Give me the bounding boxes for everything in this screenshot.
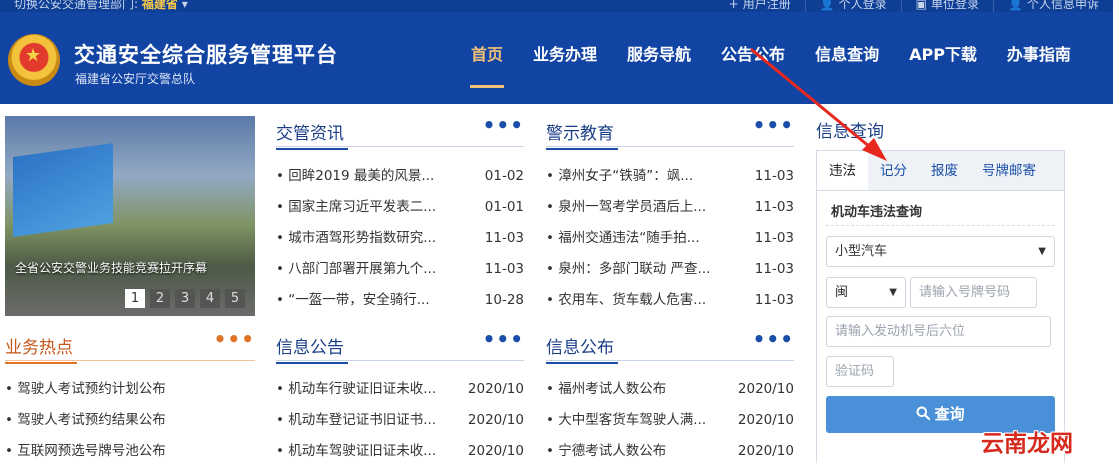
news-list: • 回眸2019 最美的风景... 01-02 • 国家主席习近平发表二... 01… [276,161,524,316]
user-icon: 👤 [819,0,835,11]
main-nav: 首页 业务办理 服务导航 公告公布 信息查询 APP下载 办事指南 [456,12,1086,104]
more-icon[interactable]: ••• [753,113,794,137]
user-plus-icon: + [728,0,739,11]
plate-prefix-select[interactable]: 闽 ▼ [826,277,906,308]
nav-guide[interactable]: 办事指南 [992,12,1086,104]
nav-home[interactable]: 首页 [456,12,518,104]
section-header-hot: 业务热点 ••• [5,327,255,364]
unit-login-label: 单位登录 [931,0,980,11]
list-item[interactable]: • 驾驶人考试预约计划公布 [5,374,255,405]
plate-number-input[interactable]: 请输入号牌号码 [910,277,1037,308]
caret-down-icon: ▼ [889,287,897,298]
nav-info-query[interactable]: 信息查询 [800,12,894,104]
notice-list: • 机动车行驶证旧证未收... 2020/10 • 机动车登记证书旧证书... 20… [276,374,524,463]
query-panel-title: 信息查询 [816,122,884,142]
caret-down-icon: ▾ [181,0,188,11]
user-edit-icon: 👤 [1008,0,1023,11]
watermark-logo: 云南龙网 [981,431,1073,457]
more-icon[interactable]: ••• [483,113,524,137]
list-item[interactable]: • 泉州一驾考学员酒后上... 11-03 [546,192,794,223]
publish-list: • 福州考试人数公布 2020/10 • 大中型客货车驾驶人满... 2020/10… [546,374,794,463]
nav-app-download[interactable]: APP下载 [894,12,992,104]
account-links: + 用户注册 👤 个人登录 ▣ 单位登录 👤 个人信息申诉 [715,0,1113,12]
caret-down-icon: ▼ [1038,246,1046,257]
divider [826,225,1055,226]
section-title: 业务热点 [5,333,77,364]
query-submit-label: 查询 [934,405,965,423]
selected-province: 福建省 [141,0,178,11]
carousel-page[interactable]: 1 [125,289,145,308]
tab-plate-mail[interactable]: 号牌邮寄 [970,151,1048,190]
vehicle-type-select[interactable]: 小型汽车 ▼ [826,236,1055,267]
tab-scrap[interactable]: 报废 [919,151,970,190]
register-link[interactable]: + 用户注册 [715,0,805,12]
list-item[interactable]: • 城市酒驾形势指数研究... 11-03 [276,223,524,254]
building-icon: ▣ [915,0,928,11]
appeal-link-label: 个人信息申诉 [1026,0,1099,11]
search-icon [916,406,931,421]
list-item[interactable]: • 回眸2019 最美的风景... 01-02 [276,161,524,192]
more-icon[interactable]: ••• [753,327,794,351]
department-switcher[interactable]: 切换公安交通管理部门: 福建省 ▾ [14,0,188,12]
list-item[interactable]: • 农用车、货车载人危害... 11-03 [546,285,794,316]
list-item[interactable]: • 机动车行驶证旧证未收... 2020/10 [276,374,524,405]
carousel-caption[interactable]: 全省公安交警业务技能竞赛拉开序幕 [5,259,255,276]
carousel-page[interactable]: 3 [175,289,195,308]
plate-prefix-value: 闽 [835,285,849,300]
list-item[interactable]: • 机动车驾驶证旧证未收... 2020/10 [276,436,524,463]
list-item[interactable]: • 漳州女子“铁骑”：飒... 11-03 [546,161,794,192]
list-item[interactable]: • 福州考试人数公布 2020/10 [546,374,794,405]
tab-violation[interactable]: 违法 [817,151,868,190]
section-header-news: 交管资讯 ••• [276,113,524,150]
more-icon[interactable]: ••• [214,327,255,351]
query-form-title: 机动车违法查询 [831,205,923,220]
carousel-pagination: 1 2 3 4 5 [125,289,245,308]
list-item[interactable]: • 互联网预选号牌号池公布 [5,436,255,463]
nav-service-guide[interactable]: 服务导航 [612,12,706,104]
list-item[interactable]: • 机动车登记证书旧证书... 2020/10 [276,405,524,436]
section-title: 警示教育 [546,119,618,150]
personal-login-link[interactable]: 👤 个人登录 [804,0,901,12]
site-title[interactable]: 交通安全综合服务管理平台 [74,39,338,69]
carousel-page[interactable]: 5 [225,289,245,308]
vehicle-type-value: 小型汽车 [835,244,888,259]
more-icon[interactable]: ••• [483,327,524,351]
tab-points[interactable]: 记分 [868,151,919,190]
nav-announcements[interactable]: 公告公布 [706,12,800,104]
engine-number-input[interactable]: 请输入发动机号后六位 [826,316,1051,347]
list-item[interactable]: • 泉州：多部门联动 严查... 11-03 [546,254,794,285]
hot-list: • 驾驶人考试预约计划公布 • 驾驶人考试预约结果公布 • 互联网预选号牌号池公… [5,374,255,463]
query-panel: 违法 记分 报废 号牌邮寄 机动车违法查询 小型汽车 ▼ 闽 ▼ 请输入号牌号码… [816,150,1065,463]
list-item[interactable]: • “一盔一带，安全骑行... 10-28 [276,285,524,316]
list-item[interactable]: • 国家主席习近平发表二... 01-01 [276,192,524,223]
site-subtitle: 福建省公安厅交警总队 [75,72,196,86]
query-tabs: 违法 记分 报废 号牌邮寄 [817,151,1064,191]
department-switch-label: 切换公安交通管理部门: [14,0,139,11]
news-carousel[interactable]: 全省公安交警业务技能竞赛拉开序幕 1 2 3 4 5 [5,116,255,316]
section-header-notice: 信息公告 ••• [276,327,524,364]
section-title: 交管资讯 [276,119,348,150]
personal-login-label: 个人登录 [838,0,887,11]
warning-list: • 漳州女子“铁骑”：飒... 11-03 • 泉州一驾考学员酒后上... 11-0… [546,161,794,316]
list-item[interactable]: • 驾驶人考试预约结果公布 [5,405,255,436]
site-header: 交通安全综合服务管理平台 福建省公安厅交警总队 首页 业务办理 服务导航 公告公… [0,12,1113,104]
list-item[interactable]: • 大中型客货车驾驶人满... 2020/10 [546,405,794,436]
unit-login-link[interactable]: ▣ 单位登录 [900,0,993,12]
list-item[interactable]: • 宁德考试人数公布 2020/10 [546,436,794,463]
carousel-photo [13,142,113,238]
list-item[interactable]: • 福州交通违法“随手拍... 11-03 [546,223,794,254]
appeal-link[interactable]: 👤 个人信息申诉 [993,0,1113,12]
top-utility-bar: 切换公安交通管理部门: 福建省 ▾ + 用户注册 👤 个人登录 ▣ 单位登录 👤… [0,0,1113,12]
nav-business[interactable]: 业务办理 [518,12,612,104]
register-link-label: 用户注册 [742,0,791,11]
list-item[interactable]: • 八部门部署开展第九个... 11-03 [276,254,524,285]
section-header-publish: 信息公布 ••• [546,327,794,364]
section-header-warning: 警示教育 ••• [546,113,794,150]
carousel-page[interactable]: 4 [200,289,220,308]
carousel-page[interactable]: 2 [150,289,170,308]
section-title: 信息公告 [276,333,348,364]
section-title: 信息公布 [546,333,618,364]
captcha-input[interactable]: 验证码 [826,356,894,387]
police-emblem-logo[interactable] [8,34,60,86]
